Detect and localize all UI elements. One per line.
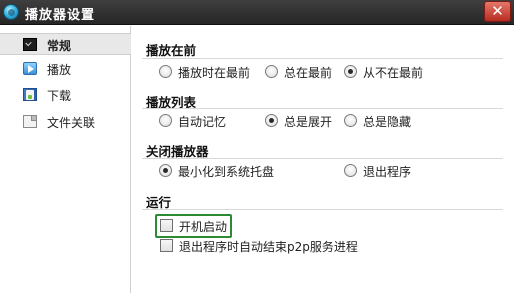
divider xyxy=(142,58,503,59)
sidebar-item-label: 常规 xyxy=(47,39,72,53)
option-label: 总是隐藏 xyxy=(363,115,412,129)
radio-option-exit-program[interactable]: 退出程序 xyxy=(344,162,424,180)
radio-option-always-expand[interactable]: 总是展开 xyxy=(265,112,345,130)
radio-button[interactable] xyxy=(159,114,172,127)
divider xyxy=(142,108,503,109)
radio-option-never-top[interactable]: 从不在最前 xyxy=(344,63,436,81)
radio-button-selected[interactable] xyxy=(344,65,357,78)
radio-option-auto-remember[interactable]: 自动记忆 xyxy=(159,112,239,130)
option-label: 退出程序时自动结束p2p服务进程 xyxy=(179,240,358,254)
download-icon xyxy=(23,88,37,101)
option-label: 最小化到系统托盘 xyxy=(178,165,275,179)
checkbox[interactable] xyxy=(160,219,173,232)
option-label: 总在最前 xyxy=(284,66,333,80)
terminal-icon xyxy=(23,38,37,51)
sidebar-item-file-association[interactable]: 文件关联 xyxy=(0,111,131,133)
app-logo-icon xyxy=(3,4,19,20)
option-label: 总是展开 xyxy=(284,115,333,129)
radio-button-selected[interactable] xyxy=(159,164,172,177)
sidebar-item-play[interactable]: 播放 xyxy=(0,58,131,80)
section-title-play-on-top: 播放在前 xyxy=(146,43,197,58)
radio-button[interactable] xyxy=(159,65,172,78)
option-label: 自动记忆 xyxy=(178,115,227,129)
window-title: 播放器设置 xyxy=(25,8,96,23)
divider xyxy=(142,158,503,159)
radio-option-always-top[interactable]: 总在最前 xyxy=(265,63,345,81)
radio-option-play-top[interactable]: 播放时在最前 xyxy=(159,63,259,81)
sidebar-item-download[interactable]: 下载 xyxy=(0,84,131,106)
option-label: 开机启动 xyxy=(179,220,228,234)
file-icon xyxy=(23,115,37,128)
checkbox-option-stop-p2p[interactable]: 退出程序时自动结束p2p服务进程 xyxy=(160,237,380,255)
radio-button[interactable] xyxy=(265,65,278,78)
radio-option-always-hide[interactable]: 总是隐藏 xyxy=(344,112,424,130)
sidebar-item-label: 播放 xyxy=(47,63,72,77)
settings-sidebar: 常规 播放 下载 文件关联 xyxy=(0,26,131,293)
radio-button[interactable] xyxy=(344,114,357,127)
radio-button[interactable] xyxy=(344,164,357,177)
sidebar-item-label: 下载 xyxy=(47,89,72,103)
close-button[interactable]: ✕ xyxy=(484,1,511,22)
title-bar: 播放器设置 ✕ xyxy=(0,0,514,25)
radio-option-minimize-to-tray[interactable]: 最小化到系统托盘 xyxy=(159,162,289,180)
sidebar-item-general[interactable]: 常规 xyxy=(0,33,131,55)
checkbox[interactable] xyxy=(160,239,173,252)
option-label: 从不在最前 xyxy=(363,66,424,80)
option-label: 退出程序 xyxy=(363,165,412,179)
sidebar-item-label: 文件关联 xyxy=(47,116,96,130)
divider xyxy=(142,209,503,210)
option-label: 播放时在最前 xyxy=(178,66,251,80)
radio-button-selected[interactable] xyxy=(265,114,278,127)
checkbox-option-autostart[interactable]: 开机启动 xyxy=(160,217,232,235)
play-icon xyxy=(23,62,37,75)
